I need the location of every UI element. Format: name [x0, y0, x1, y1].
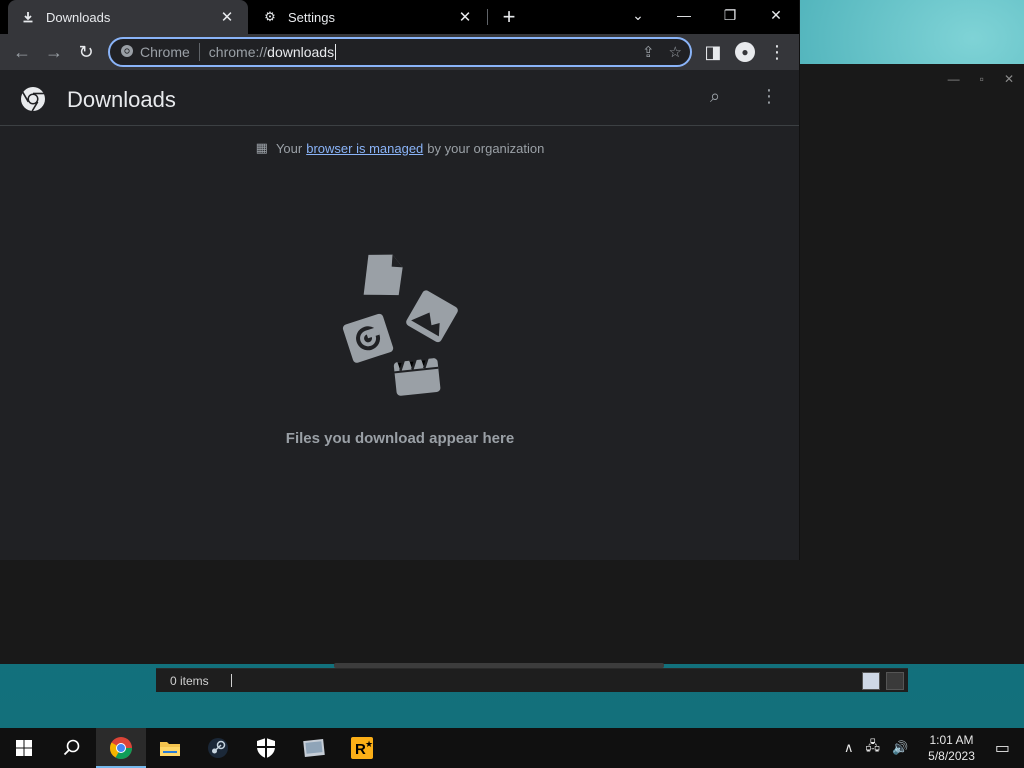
chevron-up-icon[interactable]: ∧ [844, 740, 854, 756]
tab-label: Settings [288, 9, 335, 25]
tab-strip: Downloads ✕ ⚙ Settings ✕ + ⌄ — ❐ ✕ [0, 0, 799, 34]
more-menu-icon[interactable]: ⋮ [760, 86, 778, 107]
reload-button[interactable]: ↻ [70, 36, 102, 68]
item-count: 0 items [170, 673, 209, 688]
close-icon[interactable]: ✕ [753, 0, 799, 30]
forward-button[interactable]: → [38, 36, 70, 68]
image-file-icon [406, 290, 458, 343]
more-menu-icon[interactable]: ⋮ [761, 36, 793, 68]
tab-downloads[interactable]: Downloads ✕ [8, 0, 248, 34]
empty-state-message: Files you download appear here [285, 430, 515, 447]
window-controls: ⌄ — ❐ ✕ [615, 0, 799, 30]
download-icon [20, 9, 36, 25]
chrome-logo-icon [21, 87, 45, 112]
file-icon [363, 254, 403, 296]
close-tab-icon[interactable]: ✕ [218, 8, 236, 26]
taskbar-file-explorer[interactable] [146, 728, 194, 768]
restore-icon[interactable]: ❐ [707, 0, 753, 30]
omnibox-divider [198, 43, 200, 61]
building-icon: ▦ [255, 140, 268, 155]
profile-button[interactable]: ● [729, 36, 761, 68]
svg-text:★: ★ [365, 739, 373, 749]
taskbar-security[interactable] [242, 728, 290, 768]
managed-link[interactable]: browser is managed [306, 141, 423, 156]
rockstar-icon: R ★ [351, 737, 373, 759]
steam-icon [208, 738, 228, 758]
chrome-file-icon [342, 313, 394, 363]
close-icon[interactable]: ✕ [1004, 72, 1014, 86]
tab-label: Downloads [46, 9, 111, 25]
background-window-controls[interactable]: — ▫ ✕ [948, 72, 1014, 86]
start-button[interactable] [0, 728, 48, 768]
text-caret [335, 44, 337, 60]
gear-icon: ⚙ [264, 9, 276, 24]
tab-settings[interactable]: ⚙ Settings ✕ [250, 0, 486, 34]
bookmark-star-icon[interactable]: ☆ [669, 43, 682, 61]
network-icon[interactable]: 🖧 [865, 737, 880, 759]
taskbar-rockstar[interactable]: R ★ [338, 728, 386, 768]
managed-suffix: by your organization [427, 140, 545, 156]
clock-date: 5/8/2023 [928, 749, 975, 763]
search-icon [63, 739, 80, 756]
toolbar: ← → ↻ Chrome chrome:// downloads ⇪ ☆ ◨ ●… [0, 34, 799, 70]
notification-icon[interactable]: ▭ [995, 738, 1010, 758]
chrome-window: Downloads ✕ ⚙ Settings ✕ + ⌄ — ❐ ✕ ← → ↻… [0, 0, 800, 560]
shield-icon [257, 738, 275, 758]
chrome-icon [110, 737, 132, 759]
downloads-header: Downloads ⌕ ⋮ [0, 70, 799, 126]
managed-prefix: Your [275, 140, 303, 156]
url-path: downloads [267, 44, 335, 60]
chrome-icon [120, 44, 134, 61]
taskbar-steam[interactable] [194, 728, 242, 768]
taskbar: R ★ ∧ 🖧 🔊 1:01 AM 5/8/2023 ▭ [0, 728, 1024, 768]
background-window-body [0, 560, 1024, 664]
search-button[interactable] [48, 728, 96, 768]
close-tab-icon[interactable]: ✕ [456, 8, 474, 26]
search-icon[interactable]: ⌕ [710, 86, 720, 107]
tab-separator [487, 9, 488, 25]
folder-icon [160, 742, 180, 756]
photo-icon [303, 738, 325, 758]
minimize-icon[interactable]: — [948, 72, 960, 86]
address-bar[interactable]: Chrome chrome:// downloads ⇪ ☆ [108, 37, 692, 67]
taskbar-chrome[interactable] [96, 728, 146, 768]
empty-downloads-illustration [342, 254, 458, 396]
tab-search-icon[interactable]: ⌄ [615, 0, 661, 30]
video-file-icon [393, 357, 441, 396]
back-button[interactable]: ← [6, 36, 38, 68]
page-title: Downloads [67, 87, 176, 112]
managed-notice: ▦ Your browser is managed by your organi… [0, 140, 800, 156]
volume-icon[interactable]: 🔊 [892, 740, 908, 756]
clock[interactable]: 1:01 AM 5/8/2023 [928, 732, 975, 764]
clock-time: 1:01 AM [929, 733, 974, 747]
url-scheme: chrome:// [208, 44, 268, 60]
large-icons-view-button[interactable] [886, 672, 904, 690]
avatar: ● [735, 42, 755, 62]
minimize-icon[interactable]: — [661, 0, 707, 30]
new-tab-button[interactable]: + [498, 4, 520, 30]
windows-icon [16, 740, 32, 756]
status-divider [230, 674, 232, 687]
share-icon[interactable]: ⇪ [642, 43, 655, 61]
system-tray: ∧ 🖧 🔊 1:01 AM 5/8/2023 ▭ [838, 728, 1024, 768]
taskbar-photo-app[interactable] [290, 728, 338, 768]
explorer-status-bar: 0 items [156, 668, 908, 692]
details-view-button[interactable] [862, 672, 880, 690]
maximize-icon[interactable]: ▫ [980, 72, 984, 86]
site-chip: Chrome [140, 44, 190, 60]
side-panel-button[interactable]: ◨ [697, 36, 729, 68]
